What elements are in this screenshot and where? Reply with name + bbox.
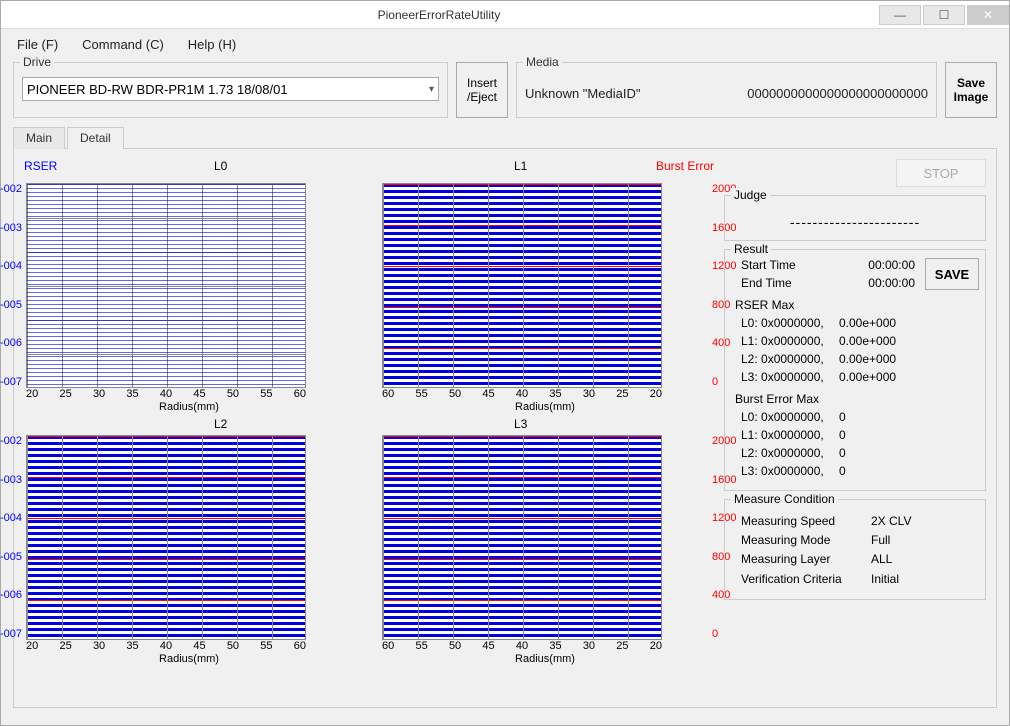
result-label: Result [731,242,771,256]
maximize-button[interactable]: ☐ [923,5,965,25]
measure-condition-label: Measure Condition [731,492,838,506]
measure-condition-group: Measure Condition Measuring Speed2X CLV … [724,499,986,600]
insert-eject-button[interactable]: Insert /Eject [456,62,508,118]
rser-max-label: RSER Max [735,298,975,312]
menu-file[interactable]: File (F) [17,37,58,52]
judge-label: Judge [731,188,770,202]
tab-detail[interactable]: Detail [67,127,124,149]
drive-selected: PIONEER BD-RW BDR-PR1M 1.73 18/08/01 [27,82,288,97]
x-axis-label: Radius(mm) [24,401,354,413]
rser-label: RSER [24,159,57,173]
media-id: Unknown "MediaID" [525,86,640,101]
plot-l0-label: L0 [214,159,227,173]
menu-help[interactable]: Help (H) [188,37,236,52]
save-button[interactable]: SAVE [925,258,979,290]
burst-max-label: Burst Error Max [735,392,975,406]
media-group: Media Unknown "MediaID" 0000000000000000… [516,62,937,118]
plot-l2: 1E-0021E-0031E-0041E-0051E-0061E-007 202… [24,435,354,652]
judge-value: ----------------------- [735,214,975,230]
drive-label: Drive [20,55,54,69]
result-group: Result SAVE Start Time00:00:00 End Time0… [724,249,986,491]
chevron-down-icon: ▾ [429,84,434,95]
media-label: Media [523,55,562,69]
tab-main[interactable]: Main [13,127,65,149]
stop-button: STOP [896,159,986,187]
judge-group: Judge ----------------------- [724,195,986,241]
save-image-button[interactable]: Save Image [945,62,997,118]
plot-l0: 1E-0021E-0031E-0041E-0051E-0061E-007 202… [24,183,354,400]
y-axis-left: 1E-0021E-0031E-0041E-0051E-0061E-007 [0,183,22,388]
media-code: 0000000000000000000000000 [747,86,928,101]
burst-label: Burst Error [656,159,714,173]
plot-l1-label: L1 [514,159,527,173]
plot-l3: 2000160012008004000 605550454035302520 [380,435,710,652]
window-title: PioneerErrorRateUtility [1,8,877,22]
minimize-button[interactable]: — [879,5,921,25]
plot-l2-label: L2 [214,417,227,431]
menu-command[interactable]: Command (C) [82,37,164,52]
close-button[interactable]: ✕ [967,5,1009,25]
drive-select[interactable]: PIONEER BD-RW BDR-PR1M 1.73 18/08/01 ▾ [22,77,439,101]
plot-l3-label: L3 [514,417,527,431]
drive-group: Drive PIONEER BD-RW BDR-PR1M 1.73 18/08/… [13,62,448,118]
plot-l1: 2000160012008004000 605550454035302520 [380,183,710,400]
